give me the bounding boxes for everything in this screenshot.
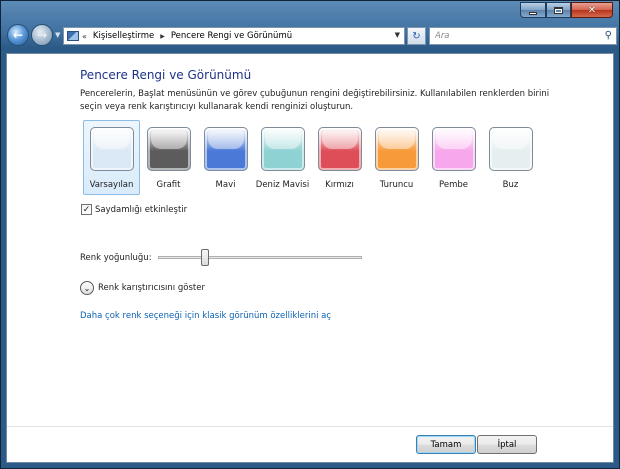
footer-divider (7, 426, 613, 427)
swatch-label: Buz (502, 180, 519, 190)
swatch-tile (260, 127, 305, 171)
swatch-tile (374, 127, 419, 171)
swatch-label: Turuncu (379, 180, 414, 190)
maximize-button[interactable] (546, 2, 571, 18)
transparency-option[interactable]: ✓ Saydamlığı etkinleştir (81, 204, 187, 215)
swatch-deniz-mavisi[interactable]: Deniz Mavisi (254, 120, 311, 195)
swatch-tile (89, 127, 134, 171)
maximize-icon (554, 6, 563, 14)
checkmark-icon: ✓ (82, 204, 91, 215)
breadcrumb-window-color[interactable]: Pencere Rengi ve Görünümü (171, 31, 292, 41)
intensity-slider[interactable] (157, 248, 362, 268)
swatch-mavi[interactable]: Mavi (197, 120, 254, 195)
swatch-tile (203, 127, 248, 171)
transparency-checkbox[interactable]: ✓ (81, 204, 92, 215)
swatch-label: Pembe (439, 180, 468, 190)
swatch-tile (488, 127, 533, 171)
content-pane: Pencere Rengi ve Görünümü Pencerelerin, … (6, 53, 614, 463)
search-input[interactable] (435, 31, 595, 41)
recent-pages-dropdown[interactable]: ▼ (55, 31, 60, 39)
slider-thumb[interactable] (200, 249, 209, 266)
intensity-row: Renk yoğunluğu: (80, 248, 362, 268)
control-panel-icon (67, 31, 79, 41)
forward-button[interactable]: → (31, 24, 53, 46)
swatch-grafit[interactable]: Grafit (140, 120, 197, 195)
swatch-buz[interactable]: Buz (482, 120, 539, 195)
transparency-label[interactable]: Saydamlığı etkinleştir (95, 205, 187, 215)
double-chevron-icon[interactable]: « (82, 32, 87, 41)
caption-buttons: ✕ (520, 2, 613, 18)
swatch-varsayilan[interactable]: Varsayılan (83, 120, 140, 195)
ok-button[interactable]: Tamam (416, 435, 476, 454)
window: ✕ ← → ▼ « Kişiselleştirme ▶ Pencere Reng… (0, 0, 620, 469)
swatch-pembe[interactable]: Pembe (425, 120, 482, 195)
swatch-label: Kırmızı (325, 180, 354, 190)
navigation-bar: ← → ▼ « Kişiselleştirme ▶ Pencere Rengi … (5, 24, 617, 50)
color-mixer-label[interactable]: Renk karıştırıcısını göster (98, 283, 205, 293)
swatch-tile (317, 127, 362, 171)
address-bar[interactable]: « Kişiselleştirme ▶ Pencere Rengi ve Gör… (63, 27, 405, 45)
minimize-button[interactable] (520, 2, 546, 18)
breadcrumb-separator-icon[interactable]: ▶ (160, 33, 165, 40)
address-dropdown-icon[interactable]: ▼ (395, 31, 400, 39)
swatch-label: Varsayılan (89, 180, 134, 190)
minimize-icon (529, 11, 537, 15)
swatch-tile (431, 127, 476, 171)
classic-appearance-link[interactable]: Daha çok renk seçeneği için klasik görün… (80, 311, 331, 321)
slider-track[interactable] (157, 256, 362, 259)
page-description: Pencerelerin, Başlat menüsünün ve görev … (80, 89, 550, 112)
intensity-label: Renk yoğunluğu: (80, 253, 152, 263)
swatch-label: Mavi (215, 180, 236, 190)
close-icon: ✕ (587, 4, 597, 16)
page-title: Pencere Rengi ve Görünümü (80, 68, 252, 82)
chevron-down-icon[interactable]: ⌄ (80, 281, 94, 295)
search-box[interactable]: ⚲ (429, 27, 617, 45)
color-swatches: Varsayılan Grafit Mavi Deniz Mavisi Kırm… (83, 120, 539, 195)
close-button[interactable]: ✕ (571, 2, 613, 18)
swatch-kirmizi[interactable]: Kırmızı (311, 120, 368, 195)
back-button[interactable]: ← (7, 24, 29, 46)
search-icon[interactable]: ⚲ (605, 30, 612, 41)
swatch-turuncu[interactable]: Turuncu (368, 120, 425, 195)
swatch-label: Deniz Mavisi (255, 180, 310, 190)
breadcrumb-personalization[interactable]: Kişiselleştirme (93, 31, 154, 41)
cancel-button[interactable]: İptal (477, 435, 537, 454)
forward-arrow-icon: → (36, 28, 48, 42)
refresh-button[interactable]: ↻ (407, 27, 426, 45)
color-mixer-expander[interactable]: ⌄ Renk karıştırıcısını göster (80, 281, 205, 295)
swatch-label: Grafit (156, 180, 181, 190)
swatch-tile (146, 127, 191, 171)
back-arrow-icon: ← (12, 28, 24, 42)
refresh-icon: ↻ (412, 30, 421, 42)
